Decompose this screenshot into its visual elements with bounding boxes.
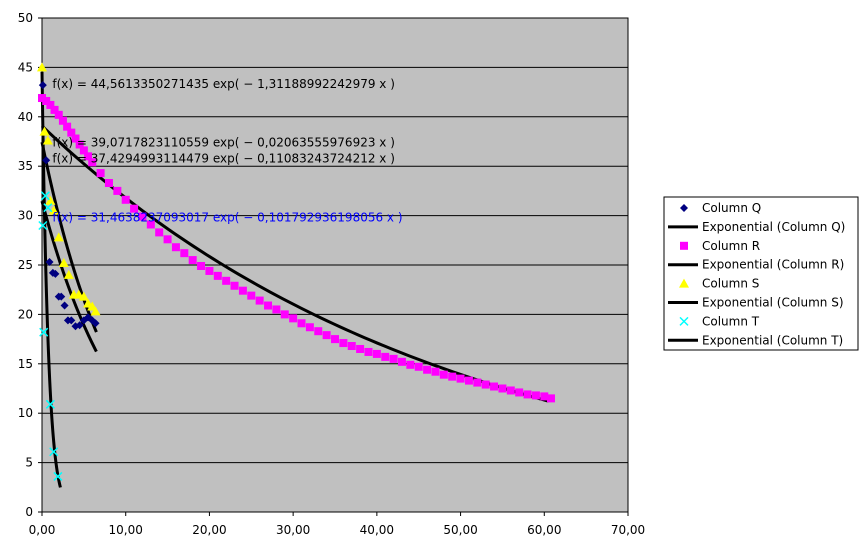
y-tick-label: 50 — [18, 11, 33, 25]
point-square — [523, 390, 532, 399]
point-square — [289, 314, 298, 323]
equation-label: f(x) = 37,4294993114479 exp( − 0,1108324… — [52, 151, 395, 165]
point-square — [222, 276, 231, 285]
point-square — [431, 367, 440, 376]
point-square — [356, 344, 365, 353]
y-tick-label: 10 — [18, 406, 33, 420]
equation-label: f(x) = 39,0717823110559 exp( − 0,0206355… — [52, 135, 395, 149]
point-square — [113, 186, 122, 195]
point-square — [498, 384, 507, 393]
point-square — [255, 296, 264, 305]
point-square — [121, 195, 130, 204]
equation-label: f(x) = 44,5613350271435 exp( − 1,3118899… — [52, 77, 395, 91]
point-square — [339, 339, 348, 348]
point-square — [305, 323, 314, 332]
legend-label: Exponential (Column R) — [702, 258, 844, 272]
point-square — [213, 271, 222, 280]
point-square — [180, 249, 189, 258]
point-square — [456, 374, 465, 383]
point-square — [197, 261, 206, 270]
point-square — [230, 281, 239, 290]
y-tick-label: 40 — [18, 110, 33, 124]
y-tick-label: 15 — [18, 357, 33, 371]
legend-label: Exponential (Column S) — [702, 296, 844, 310]
point-square — [448, 372, 457, 381]
legend-label: Column T — [702, 314, 760, 328]
y-tick-label: 30 — [18, 209, 33, 223]
point-square — [314, 327, 323, 336]
x-tick-label: 10,00 — [109, 523, 143, 537]
y-tick-label: 20 — [18, 307, 33, 321]
point-square — [464, 376, 473, 385]
y-tick-label: 35 — [18, 159, 33, 173]
y-tick-label: 45 — [18, 60, 33, 74]
point-square — [372, 349, 381, 358]
point-square — [331, 335, 339, 344]
point-square — [546, 394, 555, 403]
point-square — [414, 362, 423, 371]
point-square — [322, 331, 331, 340]
point-square — [171, 243, 180, 252]
equation-label: f(x) = 31,4638237093017 exp( − 0,1017929… — [52, 211, 402, 225]
point-square — [481, 380, 490, 389]
legend: Column Q Exponential (Column Q) Column R Ex… — [663, 196, 859, 351]
point-square — [104, 178, 113, 187]
point-square — [297, 319, 306, 328]
point-square — [439, 370, 448, 379]
x-tick-label: 40,00 — [360, 523, 394, 537]
legend-label: Column Q — [702, 201, 761, 215]
point-square — [389, 354, 398, 363]
point-square — [205, 266, 214, 275]
point-square — [96, 169, 105, 178]
point-square — [531, 391, 540, 400]
point-square — [397, 357, 406, 366]
point-square — [163, 235, 172, 244]
legend-label: Exponential (Column T) — [702, 333, 843, 347]
x-tick-label: 30,00 — [276, 523, 310, 537]
x-tick-label: 60,00 — [527, 523, 561, 537]
point-square — [515, 388, 524, 397]
x-tick-label: 0,00 — [29, 523, 56, 537]
x-tick-label: 50,00 — [443, 523, 477, 537]
point-square — [280, 310, 289, 319]
point-square — [238, 286, 247, 295]
point-square — [347, 342, 356, 351]
point-square — [506, 386, 515, 395]
point-square — [247, 291, 256, 300]
point-square — [264, 301, 273, 310]
point-square — [272, 305, 281, 314]
point-square — [364, 347, 373, 356]
point-square — [406, 360, 415, 369]
x-tick-label: 20,00 — [192, 523, 226, 537]
legend-marker — [680, 241, 688, 250]
point-square — [423, 365, 432, 374]
point-square — [473, 378, 482, 387]
scatter-chart: 0 5 10 15 20 25 30 35 40 45 50 0,00 10,00 20,00 30,00 4… — [0, 0, 867, 548]
legend-label: Column S — [702, 277, 759, 291]
y-tick-label: 25 — [18, 258, 33, 272]
point-square — [381, 352, 390, 361]
point-square — [490, 382, 499, 391]
point-square — [188, 256, 197, 265]
x-tick-label: 70,00 — [611, 523, 645, 537]
legend-label: Column R — [702, 239, 760, 253]
point-square — [155, 228, 164, 237]
y-tick-label: 5 — [25, 456, 33, 470]
y-tick-label: 0 — [25, 505, 33, 519]
legend-label: Exponential (Column Q) — [702, 220, 845, 234]
